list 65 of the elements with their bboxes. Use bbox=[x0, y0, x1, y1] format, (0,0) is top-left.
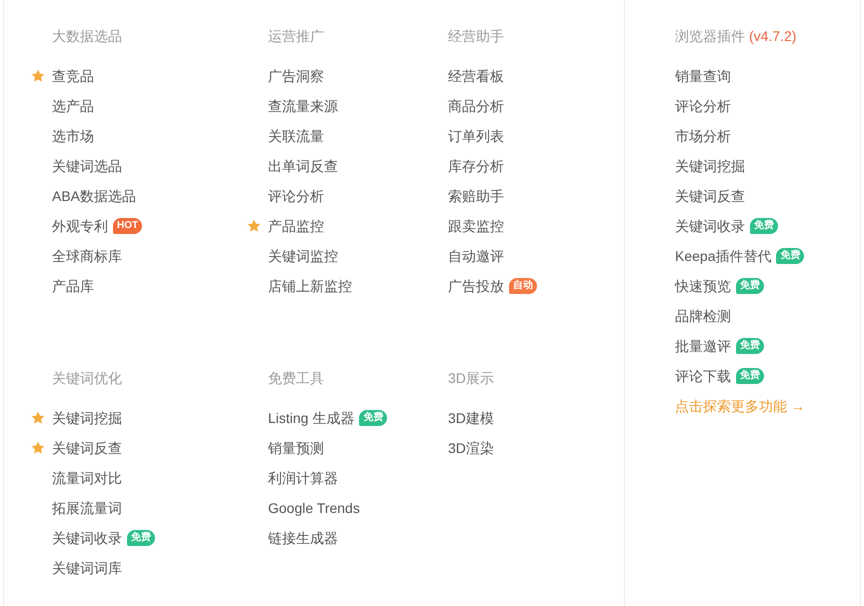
menu-link[interactable]: 品牌检测 bbox=[675, 306, 731, 326]
menu-link[interactable]: 关联流量 bbox=[268, 126, 324, 146]
tag-badge: 自动 bbox=[509, 278, 537, 294]
menu-link[interactable]: 产品库 bbox=[52, 276, 94, 296]
menu-link[interactable]: 关键词收录 bbox=[675, 216, 745, 236]
menu-link[interactable]: 3D建模 bbox=[448, 408, 494, 428]
tag-badge: 免费 bbox=[736, 278, 764, 294]
menu-link[interactable]: ABA数据选品 bbox=[52, 186, 136, 206]
menu-link[interactable]: 广告洞察 bbox=[268, 66, 324, 86]
tag-badge: 免费 bbox=[750, 218, 778, 234]
menu-link[interactable]: Listing 生成器 bbox=[268, 408, 354, 428]
menu-link[interactable]: 销量查询 bbox=[675, 66, 731, 86]
menu-link[interactable]: Keepa插件替代 bbox=[675, 246, 772, 266]
menu-link[interactable]: 店铺上新监控 bbox=[268, 276, 352, 296]
menu-link[interactable]: 评论分析 bbox=[268, 186, 324, 206]
menu-link[interactable]: 关键词选品 bbox=[52, 156, 122, 176]
menu-link[interactable]: 快速预览 bbox=[675, 276, 731, 296]
menu-link[interactable]: 跟卖监控 bbox=[448, 216, 504, 236]
menu-link[interactable]: 关键词挖掘 bbox=[675, 156, 745, 176]
menu-link[interactable]: Google Trends bbox=[268, 498, 360, 518]
menu-link[interactable]: 自动邀评 bbox=[448, 246, 504, 266]
menu-link[interactable]: 3D渲染 bbox=[448, 438, 494, 458]
menu-link[interactable]: 评论分析 bbox=[675, 96, 731, 116]
menu-link[interactable]: 选市场 bbox=[52, 126, 94, 146]
tag-badge: 免费 bbox=[776, 248, 804, 264]
group-title: 关键词优化 bbox=[52, 369, 122, 388]
menu-link[interactable]: 关键词反查 bbox=[675, 186, 745, 206]
menu-link[interactable]: 评论下载 bbox=[675, 366, 731, 386]
menu-link[interactable]: 查流量来源 bbox=[268, 96, 338, 116]
menu-link[interactable]: 销量预测 bbox=[268, 438, 324, 458]
menu-link[interactable]: 关键词反查 bbox=[52, 438, 122, 458]
tag-badge: 免费 bbox=[736, 338, 764, 354]
menu-link[interactable]: 关键词挖掘 bbox=[52, 408, 122, 428]
tag-badge: 免费 bbox=[127, 530, 155, 546]
group-title: 运营推广 bbox=[268, 27, 324, 46]
group-title: 大数据选品 bbox=[52, 27, 122, 46]
tag-badge: HOT bbox=[113, 218, 142, 234]
menu-link[interactable]: 出单词反查 bbox=[268, 156, 338, 176]
menu-link[interactable]: 拓展流量词 bbox=[52, 498, 122, 518]
menu-link[interactable]: 关键词收录 bbox=[52, 528, 122, 548]
menu-link[interactable]: 链接生成器 bbox=[268, 528, 338, 548]
version-label: (v4.7.2) bbox=[749, 27, 796, 46]
group-title: 经营助手 bbox=[448, 27, 504, 46]
menu-link[interactable]: 批量邀评 bbox=[675, 336, 731, 356]
menu-link[interactable]: 市场分析 bbox=[675, 126, 731, 146]
group-title: 免费工具 bbox=[268, 369, 324, 388]
menu-link[interactable]: 全球商标库 bbox=[52, 246, 122, 266]
menu-link[interactable]: 查竞品 bbox=[52, 66, 94, 86]
menu-link[interactable]: 经营看板 bbox=[448, 66, 504, 86]
menu-link[interactable]: 索赔助手 bbox=[448, 186, 504, 206]
menu-link[interactable]: 订单列表 bbox=[448, 126, 504, 146]
tag-badge: 免费 bbox=[736, 368, 764, 384]
group-title: 浏览器插件 bbox=[675, 27, 745, 46]
group-title: 3D展示 bbox=[448, 369, 494, 388]
menu-link[interactable]: 关键词监控 bbox=[268, 246, 338, 266]
menu-link[interactable]: 流量词对比 bbox=[52, 468, 122, 488]
menu-link[interactable]: 库存分析 bbox=[448, 156, 504, 176]
menu-link[interactable]: 关键词词库 bbox=[52, 558, 122, 578]
menu-link[interactable]: 外观专利 bbox=[52, 216, 108, 236]
menu-link[interactable]: 产品监控 bbox=[268, 216, 324, 236]
tag-badge: 免费 bbox=[359, 410, 388, 426]
menu-link[interactable]: 商品分析 bbox=[448, 96, 504, 116]
menu-link[interactable]: 广告投放 bbox=[448, 276, 504, 296]
menu-link[interactable]: 选产品 bbox=[52, 96, 94, 116]
menu-link[interactable]: 利润计算器 bbox=[268, 468, 338, 488]
